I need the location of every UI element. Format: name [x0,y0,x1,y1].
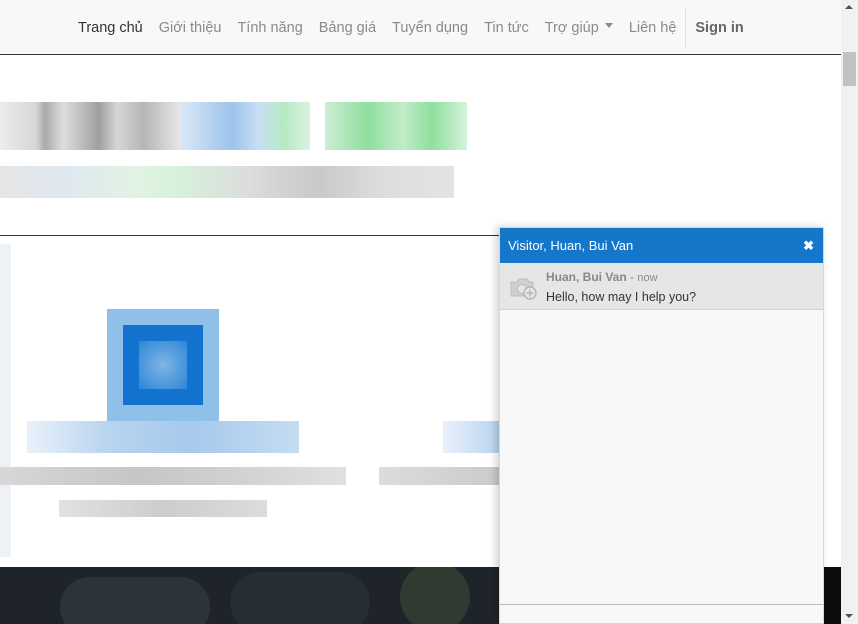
chat-input-divider [500,604,823,605]
nav-item-pricing[interactable]: Bảng giá [311,20,384,36]
caret-down-icon [604,23,613,29]
message-separator: - [626,270,638,284]
nav-divider [685,7,687,48]
scrollbar-thumb[interactable] [843,52,856,86]
navbar: Trang chủ Giới thiệu Tính năng Bảng giá … [0,0,841,55]
sign-in-link[interactable]: Sign in [687,20,751,36]
message-sender: Huan, Bui Van [546,270,627,284]
nav-item-about[interactable]: Giới thiệu [151,20,230,36]
message-meta: Huan, Bui Van - now [546,270,658,284]
section-divider [0,235,500,236]
message-text: Hello, how may I help you? [546,290,697,304]
page-scrollbar[interactable] [841,0,858,624]
section-edge [0,244,11,557]
nav-item-help[interactable]: Trợ giúp [537,20,621,36]
close-icon[interactable]: ✖ [803,238,814,254]
background-photo-edge [824,567,841,624]
nav-item-careers[interactable]: Tuyển dụng [384,20,476,36]
message-time: now [637,272,658,284]
background-photo [0,567,500,624]
nav-item-features[interactable]: Tính năng [229,20,310,36]
chat-title: Visitor, Huan, Bui Van [508,238,634,253]
chat-widget: Visitor, Huan, Bui Van ✖ Huan, Bui Van -… [499,227,824,624]
chat-header[interactable]: Visitor, Huan, Bui Van ✖ [500,228,823,263]
chat-message: Huan, Bui Van - now Hello, how may I hel… [500,263,823,310]
scroll-down-arrow-icon[interactable] [845,614,853,618]
nav-item-home[interactable]: Trang chủ [70,20,151,36]
main-nav: Trang chủ Giới thiệu Tính năng Bảng giá … [70,0,752,55]
scroll-up-arrow-icon[interactable] [845,5,853,9]
nav-item-news[interactable]: Tin tức [476,20,537,36]
camera-add-icon [510,278,537,300]
nav-item-contact[interactable]: Liên hệ [621,20,685,36]
page: Trang chủ Giới thiệu Tính năng Bảng giá … [0,0,858,624]
nav-item-help-label: Trợ giúp [544,19,599,36]
